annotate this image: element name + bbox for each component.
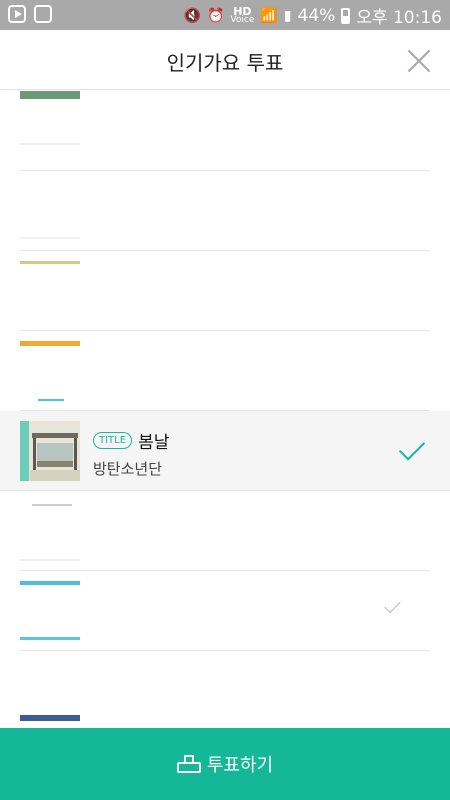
youtube-icon: [8, 5, 26, 23]
list-item[interactable]: [20, 251, 430, 331]
mute-icon: 🔇: [183, 7, 201, 24]
notification-icon: [34, 5, 52, 23]
alarm-icon: ⏰: [206, 7, 225, 24]
header: 인기가요 투표: [0, 30, 450, 90]
battery-percent: 44%: [297, 5, 336, 26]
clock: 오후 10:16: [356, 8, 442, 28]
close-button[interactable]: [406, 48, 432, 74]
song-list[interactable]: TITLE 봄날 방탄소년단: [0, 91, 450, 728]
vote-button[interactable]: 투표하기: [0, 728, 450, 800]
signal-icon: ▮: [283, 7, 292, 24]
list-item[interactable]: [20, 91, 430, 171]
song-title: 봄날: [138, 433, 170, 453]
list-item[interactable]: [20, 571, 430, 651]
page-title: 인기가요 투표: [166, 51, 284, 75]
list-item[interactable]: [20, 491, 430, 571]
check-icon: [384, 596, 401, 614]
album-art-icon: [20, 421, 80, 481]
list-item[interactable]: [20, 171, 430, 251]
vote-button-label: 투표하기: [206, 755, 274, 776]
battery-icon: [341, 7, 351, 24]
album-thumb: [20, 421, 80, 481]
album-thumb: [20, 261, 80, 321]
album-thumb: [20, 91, 80, 149]
song-info: TITLE 봄날 방탄소년단: [93, 428, 169, 479]
album-thumb: [20, 341, 80, 401]
artist-name: 방탄소년단: [93, 460, 163, 478]
album-thumb: [20, 581, 80, 641]
wifi-icon: 📶: [260, 7, 278, 24]
ballot-box-icon: [176, 755, 201, 773]
list-item[interactable]: [20, 651, 430, 728]
album-thumb: [20, 501, 80, 561]
hd-voice-icon: HD Voice: [230, 4, 255, 25]
list-item-selected[interactable]: TITLE 봄날 방탄소년단: [0, 411, 450, 491]
status-bar: 🔇 ⏰ HD Voice 📶 ▮ 44% 오후 10:16: [0, 0, 450, 30]
list-item[interactable]: [20, 331, 430, 411]
album-thumb: [20, 181, 80, 241]
album-thumb: [20, 661, 80, 721]
title-badge: TITLE: [93, 432, 133, 449]
check-icon: [398, 434, 426, 461]
